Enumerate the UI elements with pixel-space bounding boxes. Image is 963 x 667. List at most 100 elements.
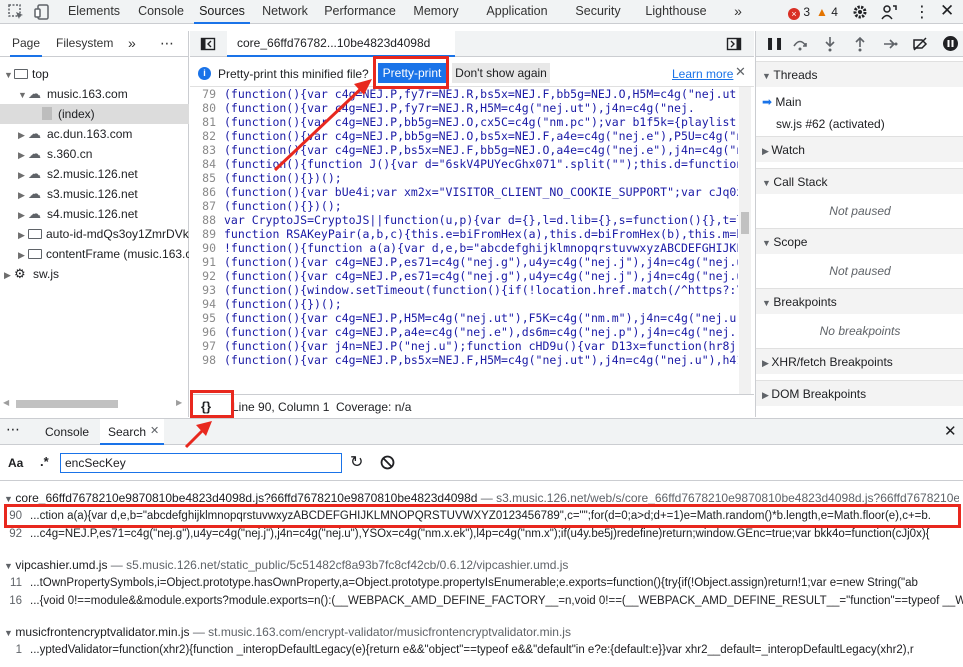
code-line[interactable]: 94 (function(){})(); [190, 297, 342, 311]
result-file-header[interactable]: ▼ vipcashier.umd.js — s5.music.126.net/s… [4, 556, 959, 574]
line-number[interactable]: 82 [190, 129, 224, 143]
settings-gear-icon[interactable] [851, 3, 869, 21]
result-line[interactable]: 16 ...{void 0!==module&&module.exports?mo… [0, 592, 963, 610]
code-line[interactable]: 82 (function(){var c4g=NEJ.P,bb5g=NEJ.O,b… [190, 129, 738, 143]
section-breakpoints[interactable]: ▼ Breakpoints [756, 288, 963, 314]
thread-item[interactable]: ➡ Main [756, 91, 963, 113]
code-line[interactable]: 97 (function(){var j4n=NEJ.P("nej.u");fun… [190, 339, 738, 353]
line-number[interactable]: 80 [190, 101, 224, 115]
close-drawer-icon[interactable]: ✕ [944, 422, 957, 440]
collapsed-arrow-icon[interactable]: ▶ [18, 225, 28, 244]
collapsed-arrow-icon[interactable]: ▶ [18, 185, 28, 204]
tab-page[interactable]: Page [10, 31, 43, 57]
drawer-menu-icon[interactable]: ⋯ [6, 421, 21, 438]
line-number[interactable]: 89 [190, 227, 224, 241]
toggle-debugger-icon[interactable] [726, 36, 742, 52]
line-number[interactable]: 79 [190, 87, 224, 101]
code-line[interactable]: 95 (function(){var c4g=NEJ.P,H5M=c4g("nej… [190, 311, 738, 325]
match-case-toggle[interactable]: Aa [8, 456, 23, 470]
tab-security[interactable]: Security [568, 0, 628, 24]
navigator-more-button[interactable]: » [128, 31, 136, 57]
feedback-person-icon[interactable] [880, 3, 898, 21]
result-file-header[interactable]: ▼ musicfrontencryptvalidator.min.js — st… [4, 623, 959, 641]
line-number[interactable]: 81 [190, 115, 224, 129]
code-line[interactable]: 98 (function(){var c4g=NEJ.P,bs5x=NEJ.F,H… [190, 353, 738, 367]
collapsed-arrow-icon[interactable]: ▶ [18, 125, 28, 144]
deactivate-breakpoints-icon[interactable] [912, 36, 928, 52]
search-input[interactable]: encSecKey [60, 453, 342, 473]
tab-sources[interactable]: Sources [194, 0, 250, 24]
section-scope[interactable]: ▼ Scope [756, 228, 963, 254]
code-line[interactable]: 80 (function(){var c4g=NEJ.P,fy7r=NEJ.R,H… [190, 101, 695, 115]
toggle-navigator-icon[interactable] [200, 36, 216, 52]
tab-application[interactable]: Application [478, 0, 556, 24]
line-number[interactable]: 94 [190, 297, 224, 311]
code-line[interactable]: 96 (function(){var c4g=NEJ.P,a4e=c4g("nej… [190, 325, 736, 339]
drawer-tab-search[interactable]: Search ✕ [100, 419, 164, 445]
pause-icon[interactable]: ❚❚ [765, 36, 784, 50]
editor-file-tab[interactable]: core_66ffd76782...10be4823d4098d [227, 31, 455, 57]
tab-memory[interactable]: Memory [406, 0, 466, 24]
code-line[interactable]: 91 (function(){var c4g=NEJ.P,es71=c4g("ne… [190, 255, 738, 269]
section-call-stack[interactable]: ▼ Call Stack [756, 168, 963, 194]
navigator-menu-icon[interactable]: ⋯ [160, 31, 175, 57]
code-line[interactable]: 93 (function(){window.setTimeout(function… [190, 283, 738, 297]
tree-item[interactable]: ▼☁ music.163.com [0, 84, 189, 104]
code-line[interactable]: 85 (function(){})(); [190, 171, 342, 185]
collapsed-arrow-icon[interactable]: ▶ [4, 265, 14, 284]
line-number[interactable]: 91 [190, 255, 224, 269]
code-line[interactable]: 79 (function(){var c4g=NEJ.P,fy7r=NEJ.R,b… [190, 87, 738, 101]
collapsed-arrow-icon[interactable]: ▶ [18, 165, 28, 184]
collapsed-arrow-icon[interactable]: ▶ [18, 145, 28, 164]
line-number[interactable]: 98 [190, 353, 224, 367]
tree-item[interactable]: (index) [0, 104, 189, 124]
refresh-search-icon[interactable]: ↻ [350, 452, 363, 472]
line-number[interactable]: 93 [190, 283, 224, 297]
section-watch[interactable]: ▶ Watch [756, 136, 963, 162]
pause-on-exceptions-icon[interactable] [942, 35, 959, 52]
line-number[interactable]: 86 [190, 185, 224, 199]
code-line[interactable]: 89 function RSAKeyPair(a,b,c){this.e=biFr… [190, 227, 738, 241]
step-icon[interactable] [882, 36, 898, 52]
code-line[interactable]: 87 (function(){})(); [190, 199, 342, 213]
code-line[interactable]: 81 (function(){var c4g=NEJ.P,bb5g=NEJ.O,c… [190, 115, 738, 129]
line-number[interactable]: 92 [190, 269, 224, 283]
device-toolbar-icon[interactable] [33, 3, 51, 21]
errors-counter[interactable]: × 3 [788, 4, 810, 20]
tab-filesystem[interactable]: Filesystem [56, 31, 113, 57]
code-line[interactable]: 92 (function(){var c4g=NEJ.P,es71=c4g("ne… [190, 269, 738, 283]
tree-item[interactable]: ▶ ☁ s4.music.126.net [0, 204, 189, 224]
line-number[interactable]: 88 [190, 213, 224, 227]
clear-search-icon[interactable] [380, 455, 395, 470]
code-line[interactable]: 86 (function(){var bUe4i;var xm2x="VISITO… [190, 185, 738, 199]
tree-item[interactable]: ▶ auto-id-mdQs3oy1ZmrDVk [0, 224, 189, 244]
kebab-menu-icon[interactable]: ⋮ [914, 2, 930, 22]
tree-item[interactable]: ▶ ⚙ sw.js [0, 264, 189, 284]
tab-console[interactable]: Console [130, 0, 192, 24]
step-over-icon[interactable] [792, 36, 808, 52]
tree-item[interactable]: ▼ top [0, 64, 189, 84]
line-number[interactable]: 83 [190, 143, 224, 157]
line-number[interactable]: 96 [190, 325, 224, 339]
close-devtools-icon[interactable]: ✕ [940, 1, 954, 21]
section-xhr-fetch-breakpoints[interactable]: ▶ XHR/fetch Breakpoints [756, 348, 963, 374]
line-number[interactable]: 84 [190, 157, 224, 171]
thread-item[interactable]: sw.js #62 (activated) [756, 113, 963, 135]
learn-more-link[interactable]: Learn more [672, 67, 733, 81]
line-number[interactable]: 87 [190, 199, 224, 213]
tree-item[interactable]: ▶ ☁ ac.dun.163.com [0, 124, 189, 144]
result-line[interactable]: 11 ...tOwnPropertySymbols,i=Object.protot… [0, 574, 963, 592]
tab-elements[interactable]: Elements [60, 0, 128, 24]
tab-performance[interactable]: Performance [320, 0, 400, 24]
code-line[interactable]: 88 var CryptoJS=CryptoJS||function(u,p){v… [190, 213, 738, 227]
regex-toggle[interactable]: .* [40, 454, 49, 469]
section-dom-breakpoints[interactable]: ▶ DOM Breakpoints [756, 380, 963, 406]
inspect-element-icon[interactable] [7, 3, 25, 21]
tab-lighthouse[interactable]: Lighthouse [638, 0, 714, 24]
more-tabs-button[interactable]: » [728, 0, 748, 24]
close-search-tab-icon[interactable]: ✕ [150, 424, 159, 437]
code-line[interactable]: 84 (function(){function J(){var d="6skV4P… [190, 157, 738, 171]
line-number[interactable]: 95 [190, 311, 224, 325]
expanded-arrow-icon[interactable]: ▼ [4, 65, 14, 84]
code-line[interactable]: 90 !function(){function a(a){var d,e,b="a… [190, 241, 738, 255]
